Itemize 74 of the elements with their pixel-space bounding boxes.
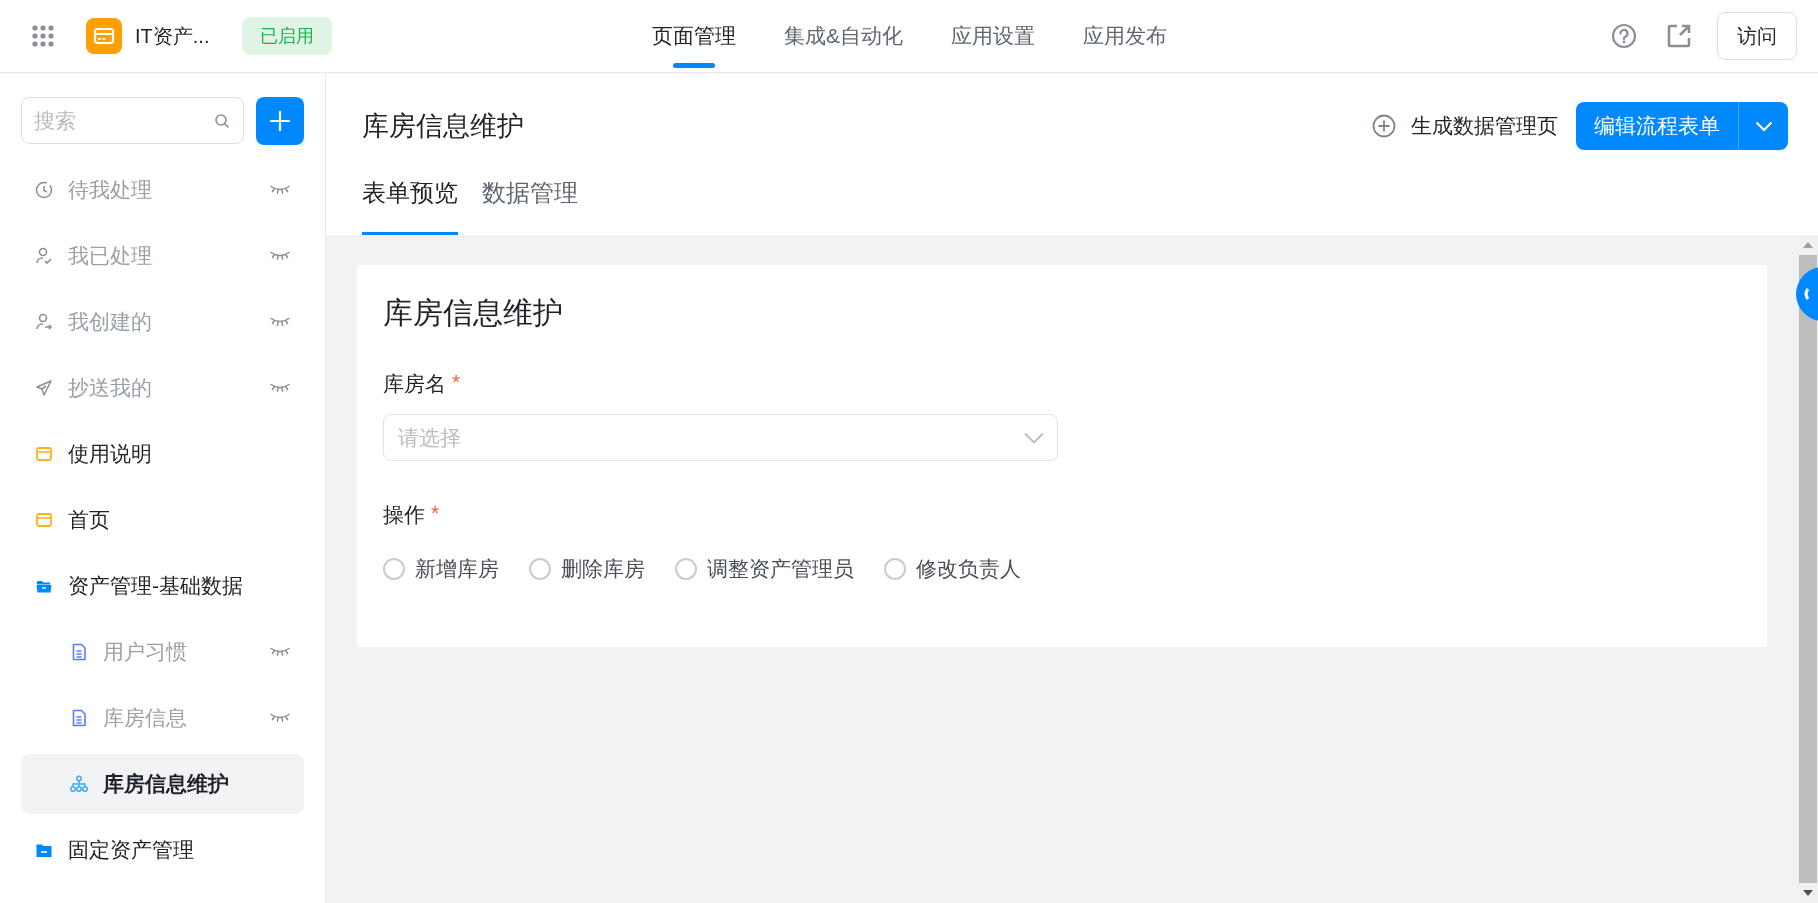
item-label: 我已处理 (68, 243, 152, 269)
closed-eye-icon (270, 647, 290, 657)
radio-option[interactable]: 修改负责人 (884, 555, 1021, 583)
sidebar-item[interactable]: 库房信息维护 (21, 754, 304, 814)
nav-tab[interactable]: 应用发布 (1083, 0, 1167, 72)
radio-button[interactable] (675, 558, 697, 580)
chevron-down-icon (1024, 432, 1044, 443)
closed-eye-icon (270, 383, 290, 393)
window-icon (35, 445, 53, 463)
search-field[interactable]: 搜索 (21, 97, 244, 144)
closed-eye-icon (270, 317, 290, 327)
chevron-down-icon (1754, 120, 1773, 132)
status-badge: 已启用 (242, 17, 333, 55)
item-label: 待我处理 (68, 177, 152, 203)
user-check-icon (35, 247, 53, 265)
form-title: 库房信息维护 (383, 295, 564, 331)
document-icon (70, 643, 88, 661)
item-label: 用户习惯 (103, 639, 187, 665)
document-icon (70, 709, 88, 727)
page-tab[interactable]: 数据管理 (482, 177, 578, 235)
plus-icon (269, 110, 291, 132)
closed-eye-icon (270, 713, 290, 723)
add-button[interactable] (256, 97, 304, 145)
closed-eye-icon (270, 185, 290, 195)
sidebar-item[interactable]: 首页 (21, 490, 304, 550)
app-grid-icon[interactable] (31, 24, 55, 48)
radio-button[interactable] (529, 558, 551, 580)
option-label: 删除库房 (561, 556, 645, 582)
select-field[interactable]: 请选择 (383, 414, 1058, 461)
item-label: 使用说明 (68, 441, 152, 467)
required-mark: * (431, 501, 440, 526)
radio-button[interactable] (884, 558, 906, 580)
option-label: 新增库房 (415, 556, 499, 582)
user-arrow-icon (35, 313, 53, 331)
help-icon[interactable] (1611, 23, 1637, 49)
field-label: 操作 (383, 502, 425, 528)
nav-tab[interactable]: 集成&自动化 (784, 0, 903, 72)
nav-tab[interactable]: 应用设置 (951, 0, 1035, 72)
radio-option[interactable]: 删除库房 (529, 555, 645, 583)
field-label: 库房名 (383, 371, 446, 397)
generate-link[interactable]: 生成数据管理页 (1372, 112, 1558, 140)
nav-tab[interactable]: 页面管理 (652, 0, 736, 72)
option-label: 调整资产管理员 (707, 556, 854, 582)
visit-button[interactable]: 访问 (1717, 12, 1797, 60)
radio-option[interactable]: 新增库房 (383, 555, 499, 583)
floating-assistant-icon[interactable] (1796, 267, 1818, 321)
option-label: 修改负责人 (916, 556, 1021, 582)
scroll-thumb[interactable] (1799, 255, 1817, 883)
scroll-down-icon[interactable] (1803, 890, 1813, 896)
item-label: 资产管理-基础数据 (68, 573, 243, 599)
sidebar-item[interactable]: 使用说明 (21, 424, 304, 484)
clock-icon (35, 181, 53, 199)
item-label: 抄送我的 (68, 375, 152, 401)
item-label: 我创建的 (68, 309, 152, 335)
window-icon (35, 511, 53, 529)
radio-option[interactable]: 调整资产管理员 (675, 555, 854, 583)
sidebar-item[interactable]: 资产管理-基础数据 (21, 556, 304, 616)
app-card-icon (86, 18, 122, 54)
search-icon (214, 113, 230, 129)
send-icon (35, 379, 53, 397)
item-label: 首页 (68, 507, 110, 533)
closed-eye-icon (270, 251, 290, 261)
item-label: 库房信息 (103, 705, 187, 731)
item-label: 固定资产管理 (68, 837, 194, 863)
external-link-icon[interactable] (1666, 23, 1692, 49)
add-circle-icon (1372, 114, 1396, 138)
hierarchy-icon (70, 775, 88, 793)
app-title: IT资产... (135, 23, 210, 49)
required-mark: * (452, 370, 461, 395)
page-title: 库房信息维护 (362, 110, 524, 143)
sidebar-item[interactable]: 固定资产管理 (21, 820, 304, 880)
radio-button[interactable] (383, 558, 405, 580)
scroll-up-icon[interactable] (1803, 242, 1813, 248)
item-label: 库房信息维护 (103, 771, 229, 797)
